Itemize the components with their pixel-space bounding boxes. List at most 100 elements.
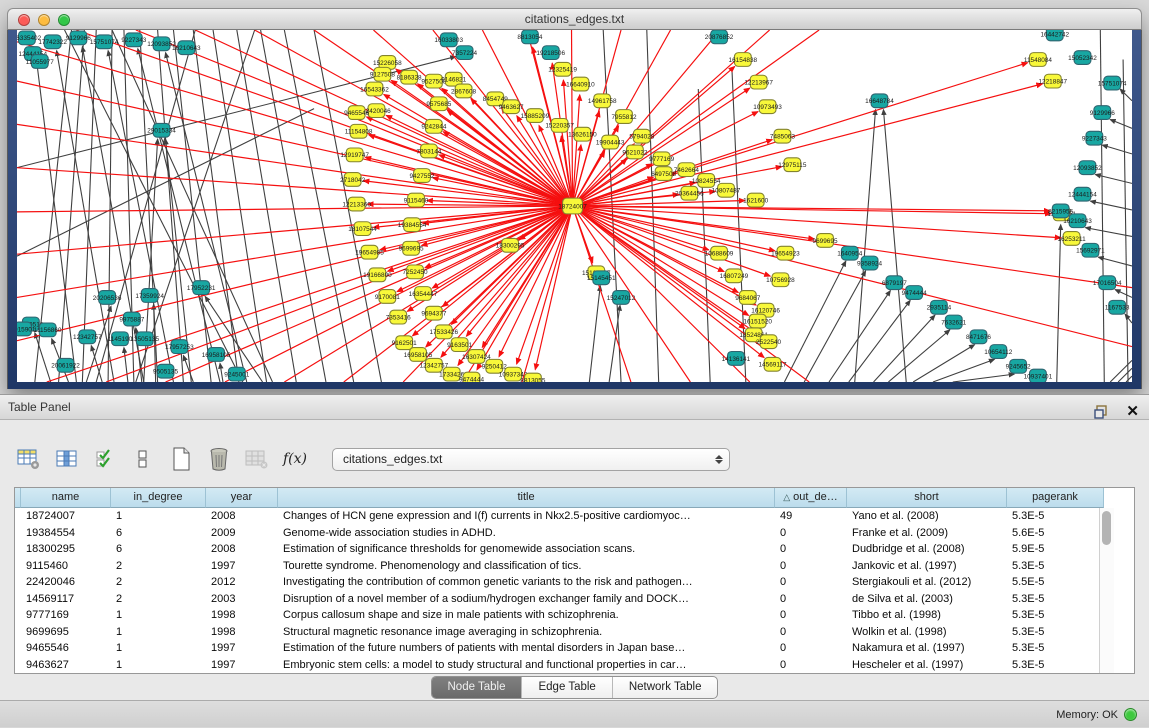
delete-table-icon[interactable] xyxy=(206,446,232,472)
network-node[interactable]: 20876852 xyxy=(705,30,734,44)
network-node[interactable]: 10937401 xyxy=(1024,369,1053,382)
network-node[interactable]: 19218506 xyxy=(536,46,565,60)
network-node[interactable]: 15247012 xyxy=(607,291,636,305)
network-node[interactable]: 9975887 xyxy=(119,312,144,326)
network-node[interactable]: 2935114 xyxy=(927,300,952,314)
network-node[interactable]: 9684067 xyxy=(735,291,760,305)
network-node[interactable]: 9358924 xyxy=(857,256,882,270)
row-height-icon[interactable] xyxy=(130,446,156,472)
table-row[interactable]: 1456911722003Disruption of a novel membe… xyxy=(15,591,1134,608)
network-node[interactable]: 10688609 xyxy=(705,246,734,260)
network-node[interactable]: 19654923 xyxy=(771,246,800,260)
network-graph[interactable]: 18724007 15226058 9127508 8186328 165433… xyxy=(17,30,1132,382)
network-node[interactable]: 20061922 xyxy=(51,358,80,372)
network-node[interactable]: 1640954 xyxy=(837,246,862,260)
network-node[interactable]: 9129966 xyxy=(1090,106,1115,120)
network-node[interactable]: 16033803 xyxy=(434,33,463,47)
network-node[interactable]: 8813054 xyxy=(517,30,542,44)
network-node[interactable]: 9227343 xyxy=(1082,131,1107,145)
network-node[interactable]: 9242844 xyxy=(421,119,446,133)
memory-indicator-icon[interactable] xyxy=(1124,708,1137,721)
zoom-window-icon[interactable] xyxy=(58,14,70,26)
network-node[interactable]: 15751074 xyxy=(90,35,119,49)
network-node[interactable]: 19166800 xyxy=(363,268,392,282)
window-titlebar[interactable]: citations_edges.txt xyxy=(7,8,1142,30)
function-builder-icon[interactable]: f(x) xyxy=(282,446,308,472)
column-header-name[interactable]: name xyxy=(21,488,111,508)
column-header-title[interactable]: title xyxy=(278,488,775,508)
network-node[interactable]: 29015334 xyxy=(147,123,176,137)
column-header-year[interactable]: year xyxy=(206,488,278,508)
table-row[interactable]: 946554611997Estimation of the future num… xyxy=(15,640,1134,657)
network-node[interactable]: 15692971 xyxy=(1076,243,1105,257)
table-row[interactable]: 977716911998Corpus callosum shape and si… xyxy=(15,607,1134,624)
network-node[interactable]: 16640910 xyxy=(566,77,595,91)
network-node[interactable]: 9621022 xyxy=(622,145,647,159)
network-node[interactable]: 20364456 xyxy=(675,186,704,200)
network-node[interactable]: 10807487 xyxy=(712,183,741,197)
network-node[interactable]: 15885209 xyxy=(521,109,550,123)
network-node[interactable]: 12975115 xyxy=(778,158,807,172)
network-node[interactable]: 12218847 xyxy=(1038,74,1067,88)
network-node[interactable]: 20206536 xyxy=(93,291,122,305)
network-node[interactable]: 14961758 xyxy=(588,94,617,108)
network-node[interactable]: 17359924 xyxy=(135,289,164,303)
network-canvas[interactable]: 18724007 15226058 9127508 8186328 165433… xyxy=(17,30,1132,382)
table-row[interactable]: 946362711997Embryonic stem cells: a mode… xyxy=(15,657,1134,674)
column-header-out_degree[interactable]: △out_de… xyxy=(775,488,847,508)
network-node[interactable]: 16543362 xyxy=(360,82,389,96)
network-node[interactable]: 8471676 xyxy=(966,330,991,344)
network-node[interactable]: 10654112 xyxy=(984,345,1013,359)
network-node[interactable]: 15751074 xyxy=(1098,76,1127,90)
network-node[interactable]: 12342757 xyxy=(73,330,102,344)
network-node[interactable]: 17533426 xyxy=(429,325,458,339)
network-node[interactable]: 9777169 xyxy=(649,152,674,166)
network-node[interactable]: 12213967 xyxy=(744,75,773,89)
network-node[interactable]: 7252450 xyxy=(403,265,428,279)
network-node[interactable]: 7353416 xyxy=(386,310,411,324)
table-settings-icon[interactable] xyxy=(16,446,42,472)
close-panel-icon[interactable]: ✕ xyxy=(1126,404,1139,420)
network-node[interactable]: 10824554 xyxy=(692,174,721,188)
network-node[interactable]: 10756928 xyxy=(766,273,795,287)
network-node[interactable]: 9474444 xyxy=(902,286,927,300)
network-node[interactable]: 16154838 xyxy=(729,53,758,67)
network-node[interactable]: 14569117 xyxy=(758,357,787,371)
network-node[interactable]: 1145190 xyxy=(108,332,133,346)
column-display-icon[interactable] xyxy=(54,446,80,472)
network-node[interactable]: 7955812 xyxy=(611,110,636,124)
network-node[interactable]: 9227343 xyxy=(121,33,146,47)
network-node[interactable]: 17957253 xyxy=(165,340,194,354)
new-table-icon[interactable] xyxy=(168,446,194,472)
network-node[interactable]: 16442742 xyxy=(1040,30,1069,41)
table-row[interactable]: 911546021997Tourette syndrome. Phenomeno… xyxy=(15,558,1134,575)
network-node[interactable]: 19384554 xyxy=(398,218,427,232)
network-node[interactable]: 12444154 xyxy=(1068,187,1097,201)
network-node[interactable]: 9694377 xyxy=(421,306,446,320)
scrollbar-thumb[interactable] xyxy=(1102,511,1111,545)
network-node[interactable]: 17016504 xyxy=(1093,276,1122,290)
column-header-pagerank[interactable]: pagerank xyxy=(1007,488,1104,508)
close-window-icon[interactable] xyxy=(18,14,30,26)
network-node[interactable]: 16253211 xyxy=(1058,232,1087,246)
float-panel-icon[interactable] xyxy=(1088,399,1114,425)
table-row[interactable]: 969969511998Structural magnetic resonanc… xyxy=(15,624,1134,641)
tab-edge-table[interactable]: Edge Table xyxy=(522,677,612,698)
network-node[interactable]: 11548084 xyxy=(1024,53,1053,67)
network-node[interactable]: 1621600 xyxy=(743,193,768,207)
network-node[interactable]: 17952231 xyxy=(187,281,216,295)
minimize-window-icon[interactable] xyxy=(38,14,50,26)
network-node[interactable]: 9170081 xyxy=(375,290,400,304)
network-node[interactable]: 7803144 xyxy=(416,144,441,158)
network-node[interactable]: 7632621 xyxy=(941,315,966,329)
network-node[interactable]: 7485063 xyxy=(770,129,795,143)
network-node[interactable]: 19904443 xyxy=(596,135,625,149)
network-node[interactable]: 17742322 xyxy=(38,35,67,49)
network-node[interactable]: 15220357 xyxy=(545,118,574,132)
network-node[interactable]: 7357224 xyxy=(452,46,477,60)
table-row[interactable]: 1830029562008Estimation of significance … xyxy=(15,541,1134,558)
import-table-icon[interactable] xyxy=(244,446,270,472)
network-node[interactable]: 9245652 xyxy=(1006,359,1031,373)
table-selector-dropdown[interactable]: citations_edges.txt xyxy=(332,448,730,471)
tab-node-table[interactable]: Node Table xyxy=(432,677,523,698)
